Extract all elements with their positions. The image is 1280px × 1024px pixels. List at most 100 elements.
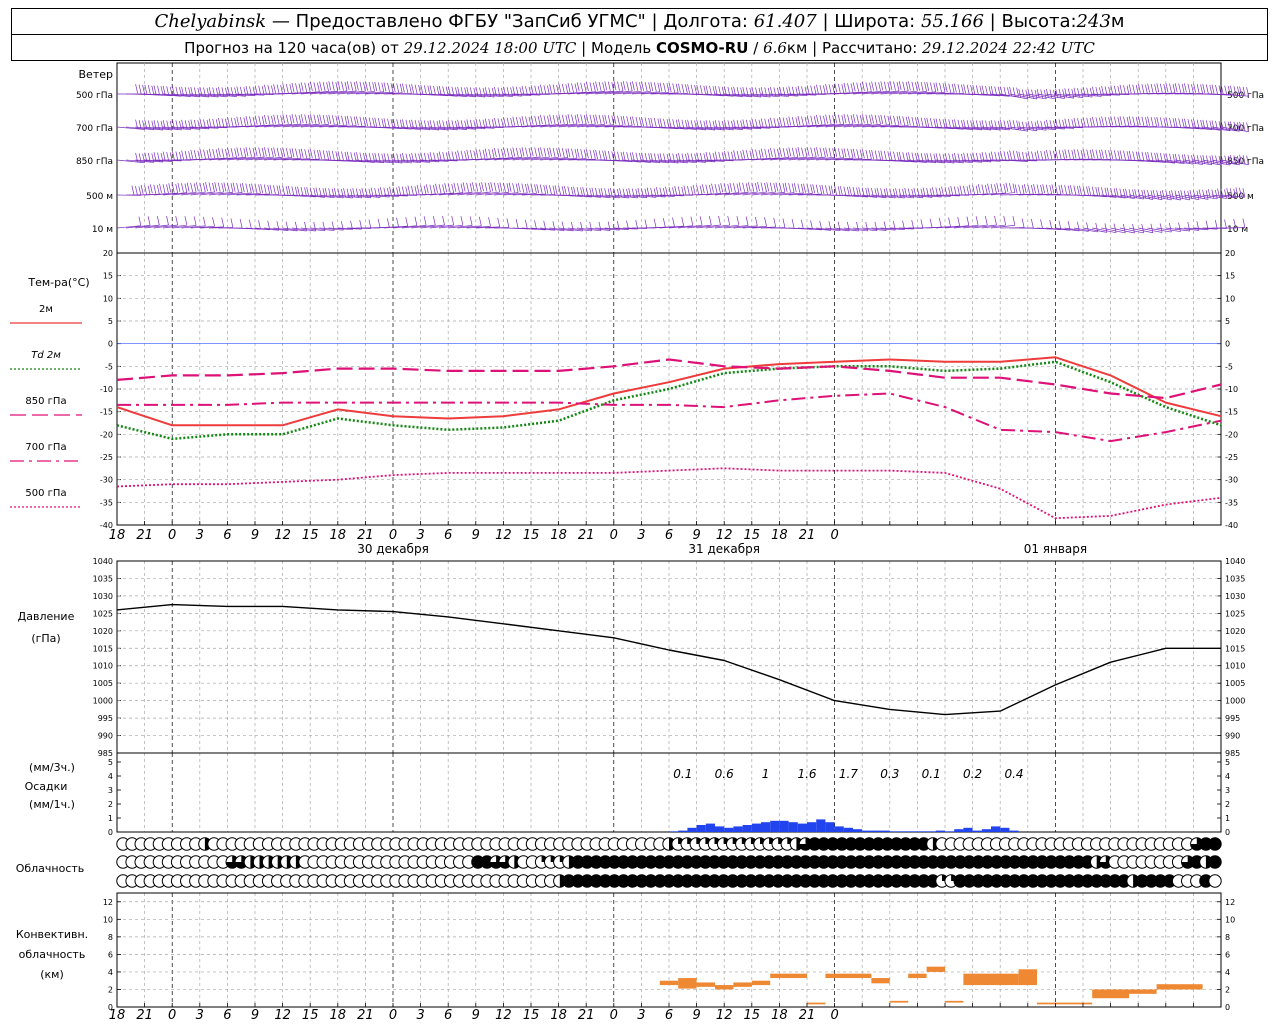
wind-barb: [701, 184, 705, 194]
wind-barb: [565, 115, 569, 125]
wind-barb: [893, 151, 896, 161]
wind-barb: [521, 183, 525, 193]
wind-barb: [629, 116, 633, 126]
wind-barb: [506, 148, 510, 158]
wind-barb: [1040, 150, 1044, 161]
wind-barb: [648, 117, 651, 128]
wind-barb: [849, 186, 852, 196]
wind-barb: [620, 116, 624, 126]
wind-barb: [773, 182, 777, 193]
wind-barb: [300, 82, 304, 92]
wind-barb: [1042, 184, 1046, 194]
y-tick-label: -10: [100, 385, 113, 394]
wind-barb: [304, 114, 308, 124]
wind-barb: [797, 183, 801, 193]
x-tick-label: 18: [330, 1008, 347, 1023]
wind-barb: [530, 85, 534, 95]
wind-barb: [708, 185, 712, 195]
wind-level-label: 850 гПа: [76, 157, 113, 167]
precip-bar: [696, 825, 706, 832]
temperature-title: Тем-ра(°C): [27, 276, 89, 289]
wind-barb: [386, 218, 390, 228]
wind-barb: [543, 115, 547, 125]
wind-barb: [871, 187, 874, 198]
y-tick-label: 10: [1225, 915, 1235, 924]
wind-barb: [727, 215, 731, 226]
x-tick-label: 12: [716, 528, 733, 543]
y-tick-label: 8: [108, 933, 113, 942]
wind-barb: [567, 148, 571, 158]
wind-barb: [221, 118, 225, 128]
wind-barb: [147, 216, 151, 226]
wind-barb: [494, 148, 497, 158]
wind-barb: [629, 152, 633, 162]
wind-barb: [519, 117, 523, 127]
precip-bar: [926, 831, 936, 832]
wind-barb: [880, 114, 884, 125]
wind-barb: [755, 149, 758, 159]
wind-barb: [1184, 83, 1187, 93]
x-tick-label: 12: [495, 528, 512, 543]
wind-barb: [276, 114, 280, 125]
wind-barb: [306, 187, 310, 197]
wind-barb: [285, 186, 289, 196]
wind-barb: [576, 148, 580, 158]
wind-barb: [856, 82, 860, 92]
wind-barb: [954, 83, 957, 93]
x-tick-label: 21: [357, 1008, 374, 1023]
wind-barb: [865, 114, 869, 124]
wind-barb: [184, 183, 188, 193]
wind-barb: [554, 185, 558, 195]
wind-barb: [994, 184, 997, 194]
wind-barb: [1009, 183, 1012, 193]
wind-barb: [245, 147, 249, 157]
precip-total-label: 1.7: [839, 767, 858, 781]
x-tick-label: 21: [136, 528, 153, 543]
wind-barb: [438, 151, 442, 161]
wind-barb: [944, 118, 948, 129]
wind-barb: [1012, 150, 1016, 160]
wind-barb: [543, 147, 547, 157]
wind-level-label: 10 м: [92, 225, 113, 235]
wind-barb: [648, 82, 651, 92]
wind-barb: [674, 186, 678, 196]
wind-barb: [696, 119, 700, 130]
wind-barb: [278, 185, 282, 195]
convective-bar: [1018, 969, 1037, 986]
wind-barb: [574, 83, 578, 93]
wind-barb: [221, 182, 225, 193]
wind-barb: [1003, 151, 1007, 161]
convective-bar: [715, 985, 734, 990]
wind-barb: [1104, 149, 1108, 160]
wind-barb: [806, 115, 810, 125]
wind-barb: [690, 84, 694, 94]
precip-bar: [788, 822, 798, 832]
wind-barb: [547, 85, 550, 95]
wind-barb: [448, 150, 451, 161]
wind-barb: [295, 114, 298, 124]
wind-barb: [878, 150, 881, 160]
y-tick-label: 20: [103, 249, 113, 258]
x-tick-label: 9: [472, 1008, 480, 1023]
wind-barb: [230, 117, 234, 127]
wind-barb: [374, 117, 378, 127]
wind-barb: [521, 85, 525, 95]
wind-barb: [1174, 83, 1178, 93]
wind-barb: [451, 183, 455, 194]
wind-barb: [764, 182, 767, 193]
wind-barb: [924, 117, 927, 128]
wind-barb: [377, 218, 381, 228]
wind-barb: [488, 182, 491, 193]
wind-barb: [341, 81, 344, 91]
wind-barb: [181, 183, 184, 193]
convective-bar: [751, 980, 771, 986]
wind-barb: [537, 147, 541, 158]
wind-barb: [368, 117, 372, 127]
precip-bar: [935, 830, 945, 832]
wind-barb: [843, 114, 847, 124]
wind-barb: [251, 183, 254, 193]
wind-barb: [543, 184, 547, 195]
wind-barb: [1193, 83, 1196, 93]
wind-barb: [786, 148, 789, 158]
wind-barb: [595, 187, 598, 198]
